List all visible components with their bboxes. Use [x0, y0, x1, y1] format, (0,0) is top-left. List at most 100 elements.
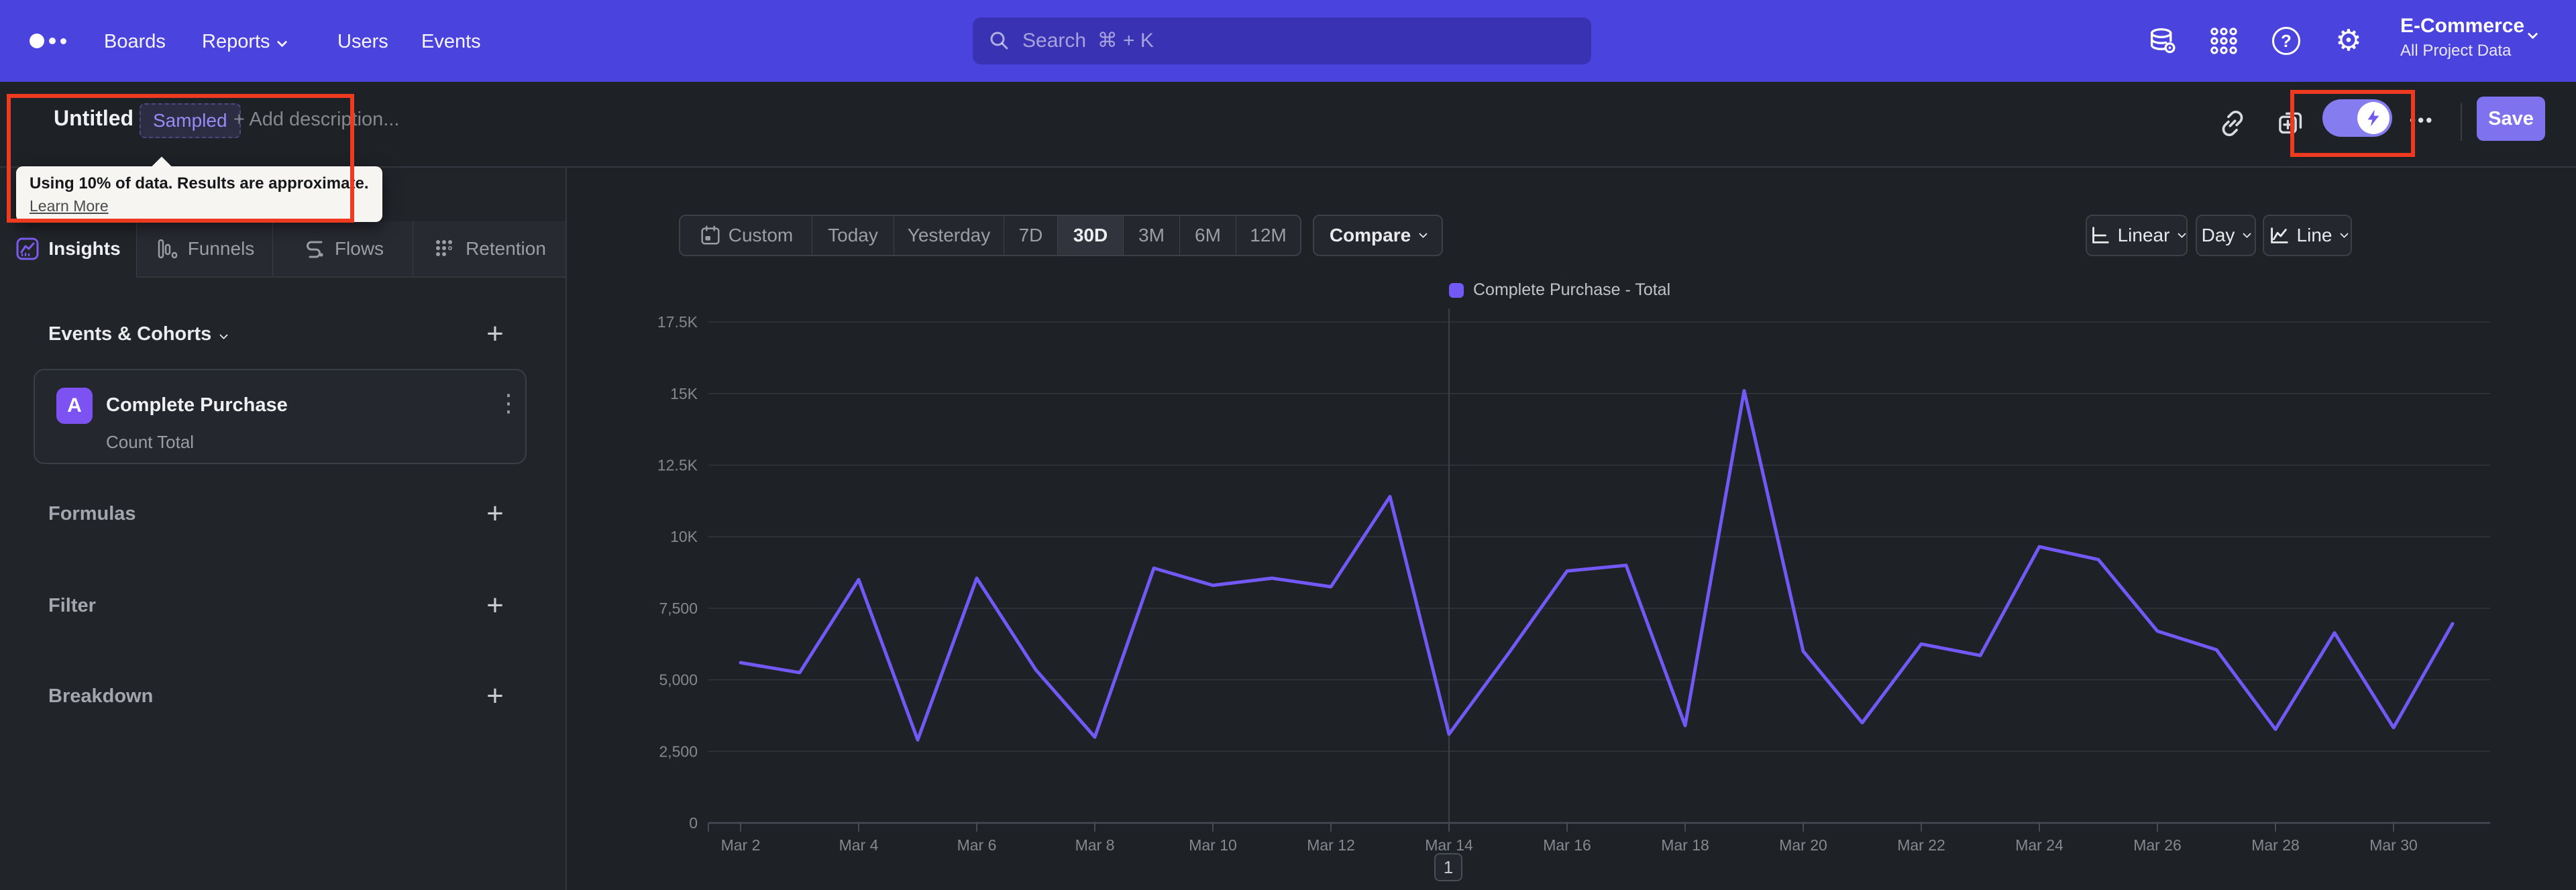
interval-dropdown[interactable]: Day — [2196, 215, 2256, 256]
chevron-down-icon — [219, 331, 229, 340]
chevron-down-icon — [276, 36, 287, 48]
add-formula-button[interactable]: + — [480, 497, 510, 530]
nav-item-reports[interactable]: Reports — [202, 31, 287, 53]
funnels-icon — [158, 239, 177, 259]
chevron-down-icon — [2340, 229, 2349, 238]
range-7d[interactable]: 7D — [1004, 216, 1057, 255]
x-tick-label: Mar 30 — [2369, 836, 2418, 854]
date-range-control: Custom Today Yesterday 7D 30D 3M 6M 12M — [679, 215, 1301, 256]
add-breakdown-button[interactable]: + — [480, 679, 510, 712]
flows-icon — [307, 241, 323, 258]
data-management-icon[interactable] — [2145, 24, 2179, 58]
scale-dropdown[interactable]: Linear — [2086, 215, 2188, 256]
event-metric[interactable]: Count Total — [106, 432, 194, 453]
event-name[interactable]: Complete Purchase — [106, 394, 288, 416]
search-icon — [990, 32, 1008, 50]
query-sidebar: Insights Funnels Flows Retention Events … — [0, 168, 567, 890]
add-description[interactable]: + Add description... — [233, 109, 399, 131]
search-bar[interactable] — [973, 17, 1591, 64]
legend-swatch — [1449, 282, 1464, 298]
add-event-button[interactable]: + — [480, 317, 510, 350]
y-tick-label: 12.5K — [657, 457, 698, 474]
x-tick-label: Mar 24 — [2015, 836, 2063, 854]
copy-link-icon[interactable] — [2215, 106, 2250, 141]
y-tick-label: 17.5K — [657, 313, 698, 331]
insights-icon — [16, 237, 39, 260]
x-tick-label: Mar 22 — [1897, 836, 1945, 854]
chart-legend[interactable]: Complete Purchase - Total — [1449, 280, 1670, 300]
y-tick-label: 15K — [670, 385, 698, 402]
range-3m[interactable]: 3M — [1123, 216, 1179, 255]
save-button[interactable]: Save — [2477, 97, 2545, 141]
x-tick-label: Mar 2 — [721, 836, 761, 854]
y-tick-label: 0 — [689, 814, 698, 832]
top-nav: Boards Reports Users Events ? ⚙ — [0, 0, 2576, 82]
event-card[interactable]: A Complete Purchase ⋮ Count Total — [34, 369, 527, 464]
nav-item-events[interactable]: Events — [421, 31, 481, 53]
y-tick-label: 2,500 — [659, 742, 698, 760]
report-tabs: Insights Funnels Flows Retention — [0, 221, 566, 278]
tab-funnels[interactable]: Funnels — [136, 221, 272, 276]
linear-scale-icon — [2092, 227, 2109, 243]
project-chevron-icon[interactable] — [2527, 28, 2538, 40]
line-chart-icon — [2270, 227, 2288, 243]
add-to-board-icon[interactable] — [2274, 106, 2309, 141]
mixpanel-logo-icon[interactable] — [30, 34, 66, 48]
range-yesterday[interactable]: Yesterday — [894, 216, 1004, 255]
project-name: E-Commerce — [2400, 15, 2525, 37]
search-input[interactable] — [1022, 30, 1576, 52]
section-filter: Filter — [48, 595, 96, 616]
events-cohorts-header[interactable]: Events & Cohorts — [48, 323, 229, 345]
x-tick-label: Mar 18 — [1661, 836, 1709, 854]
range-30d[interactable]: 30D — [1057, 216, 1123, 255]
range-12m[interactable]: 12M — [1236, 216, 1300, 255]
compare-dropdown[interactable]: Compare — [1313, 215, 1443, 256]
add-filter-button[interactable]: + — [480, 589, 510, 622]
sampling-toggle[interactable] — [2322, 99, 2392, 137]
chart-series-line — [739, 389, 2455, 742]
x-tick-label: Mar 12 — [1307, 836, 1355, 854]
lightning-bolt-icon — [2367, 109, 2379, 127]
tab-flows[interactable]: Flows — [272, 221, 413, 276]
range-custom[interactable]: Custom — [680, 216, 812, 255]
range-today[interactable]: Today — [812, 216, 894, 255]
report-header: Untitled Sampled + Add description... ••… — [0, 82, 2576, 168]
settings-gear-icon[interactable]: ⚙ — [2332, 24, 2365, 58]
tab-retention[interactable]: Retention — [413, 221, 566, 276]
chevron-down-icon — [2243, 229, 2252, 238]
more-menu-icon[interactable]: ••• — [2410, 110, 2434, 131]
x-tick-label: Mar 28 — [2251, 836, 2300, 854]
y-tick-label: 5,000 — [659, 671, 698, 689]
tooltip-text: Using 10% of data. Results are approxima… — [30, 174, 369, 192]
project-switcher[interactable]: E-Commerce All Project Data — [2400, 15, 2524, 60]
nav-item-boards[interactable]: Boards — [104, 31, 166, 53]
report-title[interactable]: Untitled — [54, 106, 133, 131]
chevron-down-icon — [1419, 229, 1428, 238]
apps-grid-icon[interactable] — [2207, 24, 2241, 58]
chart-type-dropdown[interactable]: Line — [2263, 215, 2352, 256]
x-tick-label: Mar 20 — [1779, 836, 1827, 854]
divider — [2461, 103, 2462, 141]
x-tick-label: Mar 6 — [957, 836, 997, 854]
section-formulas: Formulas — [48, 503, 136, 524]
x-tick-label: Mar 14 — [1425, 836, 1473, 854]
calendar-icon — [701, 225, 720, 245]
event-kebab-menu-icon[interactable]: ⋮ — [496, 389, 521, 417]
chevron-down-icon — [2178, 229, 2187, 238]
x-tick-label: Mar 4 — [839, 836, 879, 854]
x-tick-label: Mar 16 — [1543, 836, 1591, 854]
learn-more-link[interactable]: Learn More — [30, 197, 109, 215]
sampled-badge[interactable]: Sampled — [140, 103, 241, 138]
legend-label: Complete Purchase - Total — [1473, 280, 1671, 299]
range-6m[interactable]: 6M — [1179, 216, 1236, 255]
x-tick-label: Mar 26 — [2133, 836, 2182, 854]
y-tick-label: 10K — [670, 528, 698, 545]
tab-insights[interactable]: Insights — [0, 221, 136, 278]
retention-icon — [436, 240, 453, 256]
event-letter-badge: A — [56, 388, 93, 424]
section-breakdown: Breakdown — [48, 685, 154, 707]
pagination-page-1[interactable]: 1 — [1434, 853, 1462, 881]
sampling-tooltip: Using 10% of data. Results are approxima… — [16, 156, 382, 222]
nav-item-users[interactable]: Users — [337, 31, 388, 53]
help-icon[interactable]: ? — [2269, 24, 2303, 58]
